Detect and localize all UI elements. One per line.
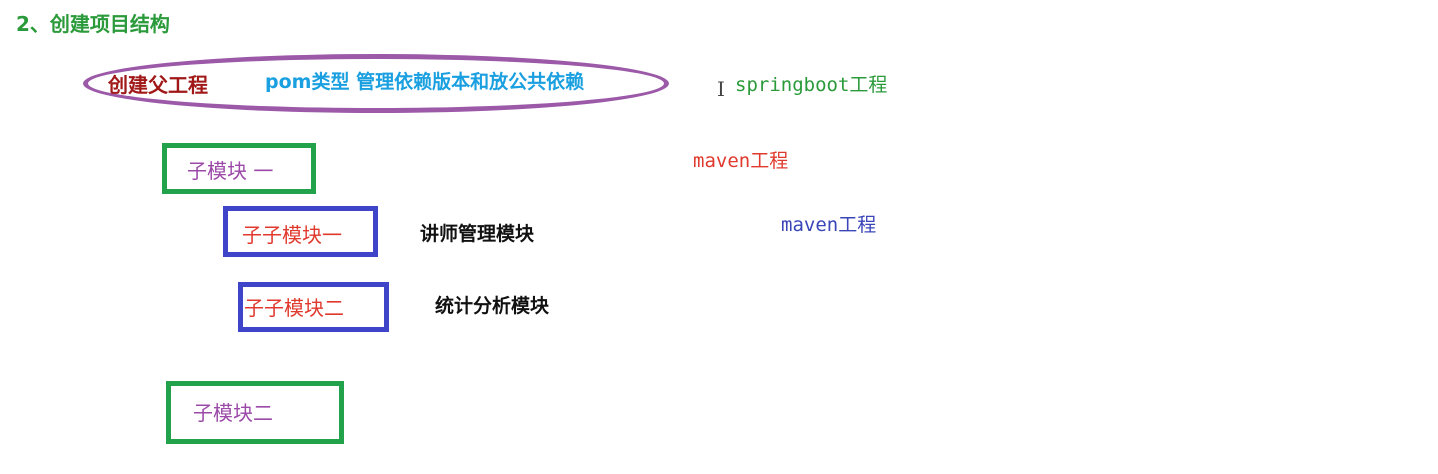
subsubmodule-one-label: 子子模块一 (242, 223, 342, 247)
pom-type-description: pom类型 管理依赖版本和放公共依赖 (265, 71, 585, 93)
section-heading: 2、创建项目结构 (16, 12, 170, 36)
submodule-two-label: 子模块二 (193, 401, 273, 425)
springboot-project-label: springboot工程 (735, 74, 888, 96)
text-cursor-icon: I (717, 77, 725, 101)
maven-project-label-red: maven工程 (693, 150, 789, 172)
statistics-analysis-label: 统计分析模块 (435, 295, 550, 317)
parent-project-label: 创建父工程 (108, 73, 208, 97)
teacher-management-label: 讲师管理模块 (420, 223, 535, 245)
maven-project-label-blue: maven工程 (781, 214, 877, 236)
subsubmodule-two-label: 子子模块二 (244, 296, 344, 320)
submodule-one-label: 子模块 一 (187, 159, 274, 183)
